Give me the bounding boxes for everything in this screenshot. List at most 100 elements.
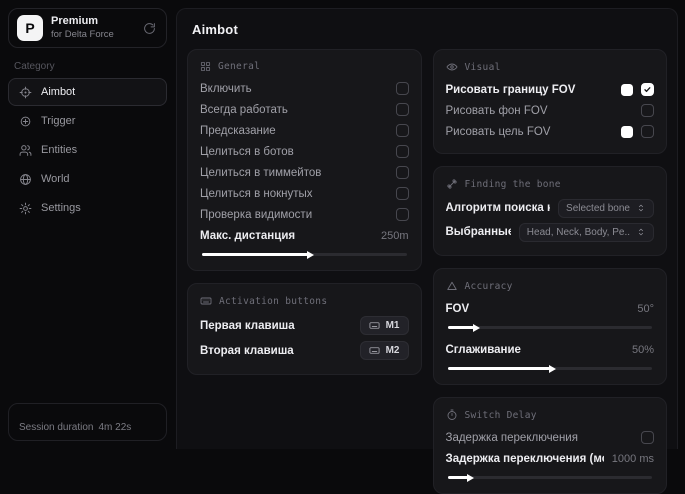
dropdown-value: Head, Neck, Body, Pe.. (526, 226, 630, 238)
toggle-row: Целиться в тиммейтов (200, 162, 409, 183)
users-icon (19, 144, 32, 157)
checkbox[interactable] (395, 208, 409, 221)
checkbox[interactable] (395, 166, 409, 179)
keybind-button-m2[interactable]: M2 (359, 341, 409, 360)
switch-delay-slider[interactable] (447, 476, 652, 479)
slider-value: 1000 ms (611, 452, 654, 465)
toggle-row: Рисовать цель FOV (445, 121, 654, 142)
toggle-label: Рисовать границу FOV (445, 83, 576, 96)
session-value: 4m 22s (98, 422, 132, 433)
toggle-label: Задержка переключения (445, 431, 578, 444)
slider-row: Макс. дистанция 250m (200, 225, 409, 246)
checkbox[interactable] (395, 124, 409, 137)
dropdown-row: Алгоритм поиска кости Selected bone (445, 196, 654, 220)
selected-bones-select[interactable]: Head, Neck, Body, Pe.. (518, 222, 654, 242)
eye-icon (446, 61, 458, 73)
sidebar-item-entities[interactable]: Entities (8, 136, 167, 164)
sidebar-item-aimbot[interactable]: Aimbot (8, 78, 167, 106)
triangle-icon (446, 280, 458, 292)
sidebar-item-trigger[interactable]: Trigger (8, 107, 167, 135)
panel-switch-delay: Switch Delay Задержка переключения Задер… (432, 397, 667, 494)
page-title: Aimbot (192, 22, 238, 37)
toggle-row: Всегда работать (200, 99, 409, 120)
smoothing-slider[interactable] (447, 367, 652, 370)
gear-icon (19, 202, 32, 215)
grid-icon (200, 61, 211, 72)
toggle-label: Рисовать цель FOV (445, 125, 551, 138)
refresh-icon[interactable] (141, 20, 158, 37)
brand-card: P Premium for Delta Force (8, 8, 167, 48)
panel-title: General (218, 61, 261, 72)
toggle-row: Рисовать границу FOV (445, 79, 654, 100)
checkbox[interactable] (395, 187, 409, 200)
keybind-label: Первая клавиша (200, 319, 295, 332)
sidebar-item-label: Entities (41, 144, 78, 156)
toggle-label: Включить (200, 82, 252, 95)
sidebar-item-label: Trigger (41, 115, 76, 127)
toggle-label: Рисовать фон FOV (445, 104, 548, 117)
dropdown-row: Выбранные кости Head, Neck, Body, Pe.. (445, 220, 654, 244)
toggle-row: Целиться в нокнутых (200, 183, 409, 204)
toggle-row: Задержка переключения (445, 427, 654, 448)
slider-row: FOV 50° (446, 298, 655, 319)
keybind-label: Вторая клавиша (200, 344, 294, 357)
panel-title: Switch Delay (464, 409, 537, 421)
keyboard-icon (200, 295, 212, 307)
checkbox[interactable] (641, 431, 654, 444)
panel-title: Activation buttons (219, 295, 328, 307)
dropdown-label: Выбранные кости (445, 226, 511, 238)
dropdown-label: Алгоритм поиска кости (445, 202, 551, 214)
sidebar-item-settings[interactable]: Settings (8, 194, 167, 222)
toggle-row: Рисовать фон FOV (445, 100, 654, 121)
slider-row: Сглаживание 50% (446, 339, 655, 360)
keybind-value: M1 (385, 320, 400, 331)
color-swatch[interactable] (621, 125, 633, 138)
panel-title: Visual (464, 61, 501, 73)
panel-title: Finding the bone (464, 178, 561, 190)
panel-accuracy: Accuracy FOV 50° Сглаживание 50% (432, 268, 667, 385)
checkbox[interactable] (395, 103, 409, 116)
sidebar-item-label: World (41, 173, 70, 185)
slider-label: FOV (445, 302, 470, 315)
fov-slider[interactable] (447, 326, 652, 329)
slider-label: Сглаживание (445, 343, 521, 356)
toggle-row: Включить (200, 78, 409, 99)
checkbox[interactable] (641, 125, 654, 138)
checkbox[interactable] (641, 104, 654, 117)
checkbox[interactable] (641, 83, 654, 96)
keybind-row: Вторая клавиша M2 (200, 338, 409, 363)
keybind-value: M2 (385, 345, 400, 356)
dropdown-value: Selected bone (566, 202, 630, 214)
slider-value: 250m (380, 229, 409, 242)
select-chevrons-icon (636, 227, 646, 237)
checkbox[interactable] (395, 82, 409, 95)
keybind-button-m1[interactable]: M1 (359, 316, 409, 335)
toggle-label: Предсказание (200, 124, 276, 137)
bone-algorithm-select[interactable]: Selected bone (558, 198, 654, 218)
color-swatch[interactable] (621, 83, 633, 96)
panel-title: Accuracy (464, 280, 513, 292)
select-chevrons-icon (636, 203, 646, 213)
max-distance-slider[interactable] (202, 253, 407, 256)
sidebar-item-world[interactable]: World (8, 165, 167, 193)
toggle-label: Целиться в ботов (200, 145, 294, 158)
panel-general: General Включить Всегда работать Предска… (187, 49, 422, 271)
category-label: Category (14, 61, 55, 72)
session-label: Session duration (19, 422, 94, 433)
slider-value: 50% (631, 343, 654, 356)
brand-title: Premium (51, 15, 99, 28)
toggle-label: Целиться в тиммейтов (200, 166, 322, 179)
session-duration: Session duration 4m 22s (8, 403, 167, 441)
keyboard-icon (369, 345, 380, 356)
toggle-label: Проверка видимости (200, 208, 313, 221)
checkbox[interactable] (395, 145, 409, 158)
brand-subtitle: for Delta Force (51, 28, 114, 40)
panel-activation-buttons: Activation buttons Первая клавиша M1 Вто… (187, 283, 422, 375)
toggle-row: Целиться в ботов (200, 141, 409, 162)
brand-logo: P (17, 15, 43, 41)
panel-visual: Visual Рисовать границу FOV Рисовать фон… (432, 49, 667, 154)
crosshair-icon (19, 86, 32, 99)
toggle-label: Целиться в нокнутых (200, 187, 313, 200)
trigger-crosshair-icon (19, 115, 32, 128)
timer-icon (446, 409, 458, 421)
